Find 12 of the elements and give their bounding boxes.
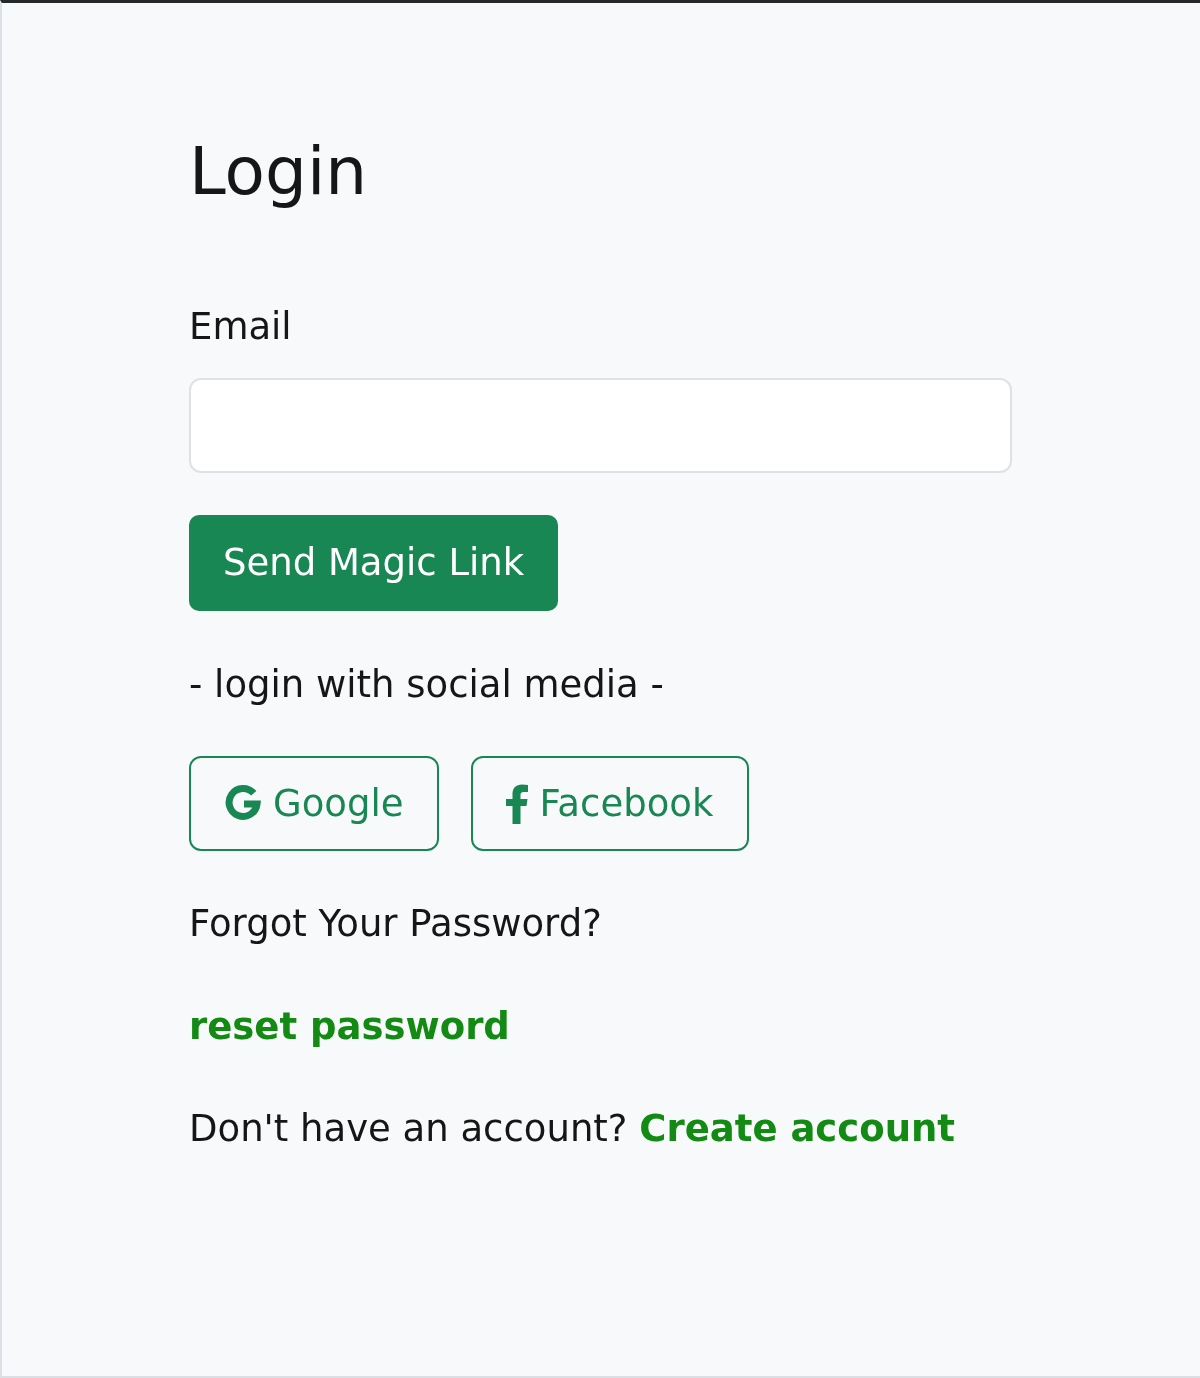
email-label: Email [189, 304, 292, 350]
forgot-password-text: Forgot Your Password? [189, 901, 602, 947]
email-field[interactable] [189, 378, 1012, 473]
social-login-divider: - login with social media - [189, 662, 664, 708]
signup-prompt: Don't have an account? Create account [189, 1106, 955, 1152]
create-account-link[interactable]: Create account [639, 1107, 955, 1150]
f-letter-icon [505, 783, 530, 824]
google-login-button[interactable]: Google [189, 756, 440, 851]
facebook-login-button[interactable]: Facebook [471, 756, 750, 851]
send-magic-link-button[interactable]: Send Magic Link [189, 515, 559, 611]
reset-password-link[interactable]: reset password [189, 1004, 510, 1050]
login-title: Login [189, 132, 368, 212]
